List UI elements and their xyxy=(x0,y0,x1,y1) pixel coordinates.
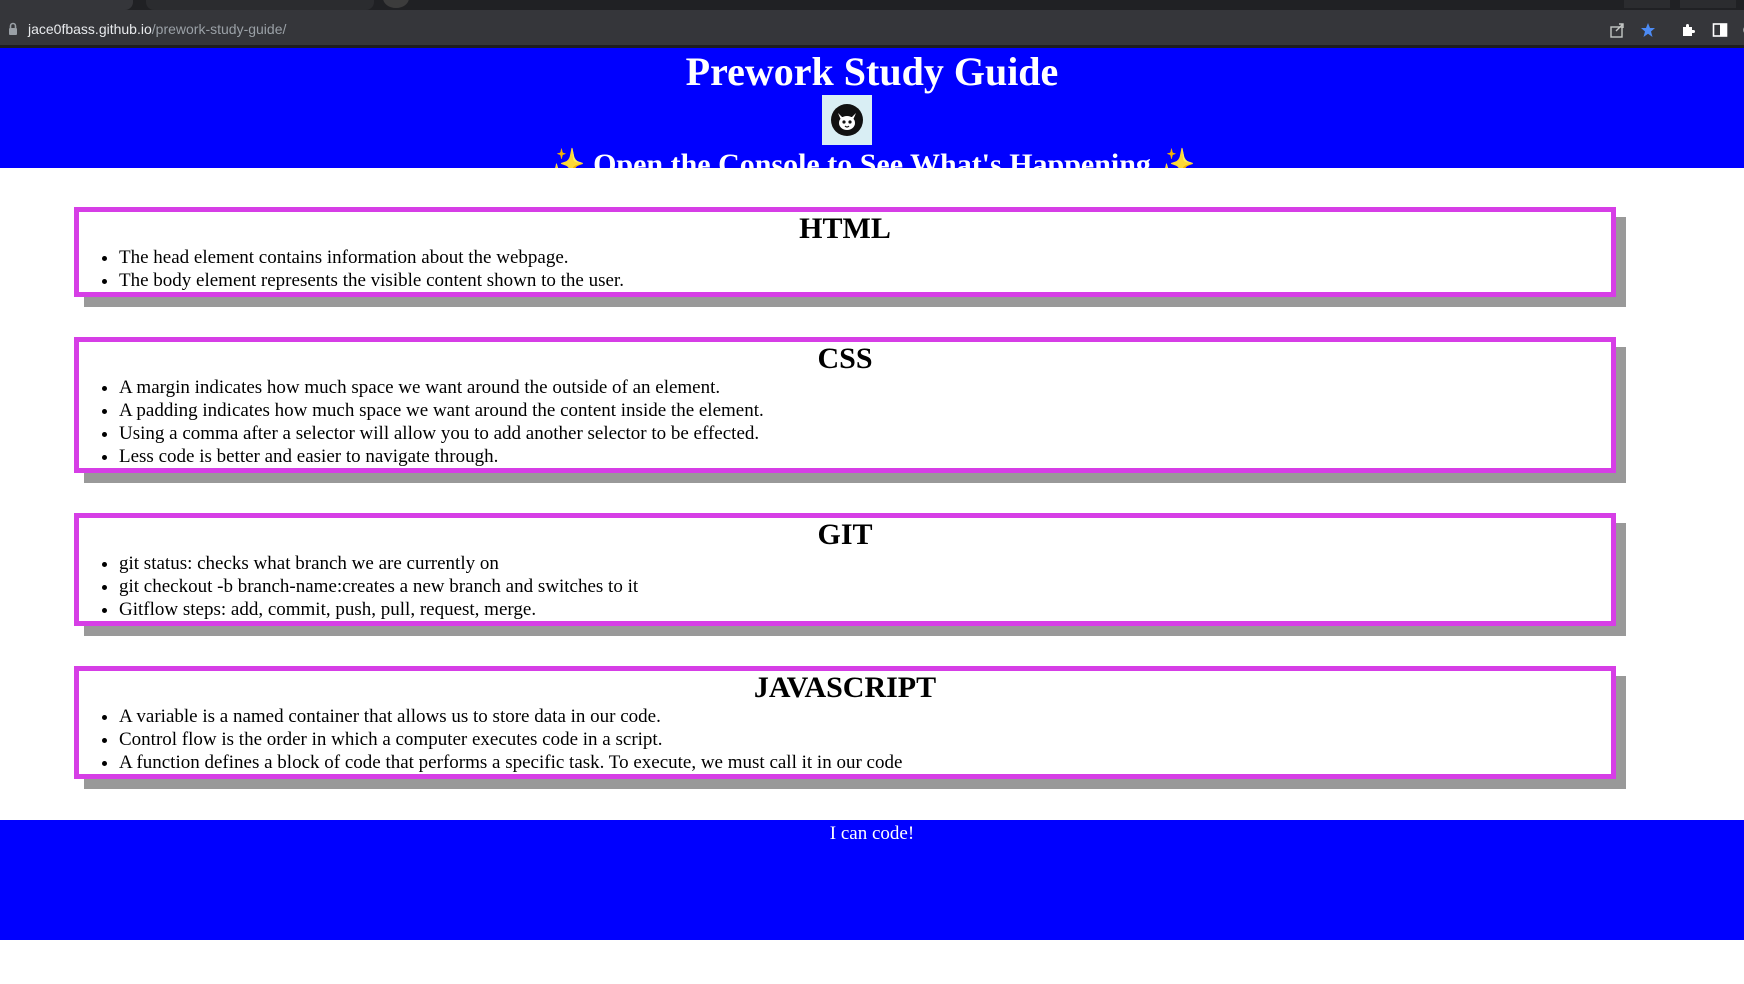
address-bar[interactable]: jace0fbass.github.io/prework-study-guide… xyxy=(0,10,1744,48)
window-control[interactable] xyxy=(1624,0,1670,8)
list-item: Less code is better and easier to naviga… xyxy=(119,445,1611,468)
section-html: HTML The head element contains informati… xyxy=(74,207,1616,297)
menu-icon[interactable] xyxy=(1735,19,1744,41)
list-item: A function defines a block of code that … xyxy=(119,751,1611,774)
section-css: CSS A margin indicates how much space we… xyxy=(74,337,1616,473)
subtitle-banner: ✨ Open the Console to See What's Happeni… xyxy=(0,145,1744,168)
section-list: git status: checks what branch we are cu… xyxy=(79,552,1611,621)
list-item: A variable is a named container that all… xyxy=(119,705,1611,728)
section-title: CSS xyxy=(817,342,873,375)
section-title: JAVASCRIPT xyxy=(753,671,937,704)
cat-logo-icon xyxy=(822,95,872,145)
tab-strip xyxy=(0,0,1744,10)
url-host: jace0fbass.github.io xyxy=(28,21,152,37)
list-item: A margin indicates how much space we wan… xyxy=(119,376,1611,399)
page-title: Prework Study Guide xyxy=(685,49,1059,94)
share-icon[interactable] xyxy=(1606,19,1628,41)
section-title: HTML xyxy=(799,212,891,245)
list-item: git status: checks what branch we are cu… xyxy=(119,552,1611,575)
url-path: /prework-study-guide/ xyxy=(151,21,287,37)
list-item: Using a comma after a selector will allo… xyxy=(119,422,1611,445)
subtitle: ✨ Open the Console to See What's Happeni… xyxy=(0,145,1744,168)
list-item: Gitflow steps: add, commit, push, pull, … xyxy=(119,598,1611,621)
sparkle-icon: ✨ xyxy=(1158,148,1196,168)
side-panel-icon[interactable] xyxy=(1709,19,1731,41)
url-text[interactable]: jace0fbass.github.io/prework-study-guide… xyxy=(28,19,286,39)
list-item: Control flow is the order in which a com… xyxy=(119,728,1611,751)
list-item: The body element represents the visible … xyxy=(119,269,1611,292)
tab-favicon-icon xyxy=(383,0,409,8)
section-javascript: JAVASCRIPT A variable is a named contain… xyxy=(74,666,1616,779)
window-control[interactable] xyxy=(1680,0,1736,8)
list-item: The head element contains information ab… xyxy=(119,246,1611,269)
sparkle-icon: ✨ xyxy=(548,148,586,168)
lock-icon[interactable] xyxy=(8,22,18,36)
section-git: GIT git status: checks what branch we ar… xyxy=(74,513,1616,626)
section-title: GIT xyxy=(817,518,873,551)
browser-tab[interactable] xyxy=(146,0,374,10)
section-list: A margin indicates how much space we wan… xyxy=(79,376,1611,468)
browser-tab-active[interactable] xyxy=(0,0,133,10)
list-item: git checkout -b branch-name:creates a ne… xyxy=(119,575,1611,598)
section-list: The head element contains information ab… xyxy=(79,246,1611,292)
list-item: A padding indicates how much space we wa… xyxy=(119,399,1611,422)
section-list: A variable is a named container that all… xyxy=(79,705,1611,774)
bookmark-star-icon[interactable] xyxy=(1637,19,1659,41)
footer-text: I can code! xyxy=(829,823,915,844)
subtitle-text: Open the Console to See What's Happening xyxy=(593,148,1151,168)
extensions-icon[interactable] xyxy=(1677,19,1699,41)
